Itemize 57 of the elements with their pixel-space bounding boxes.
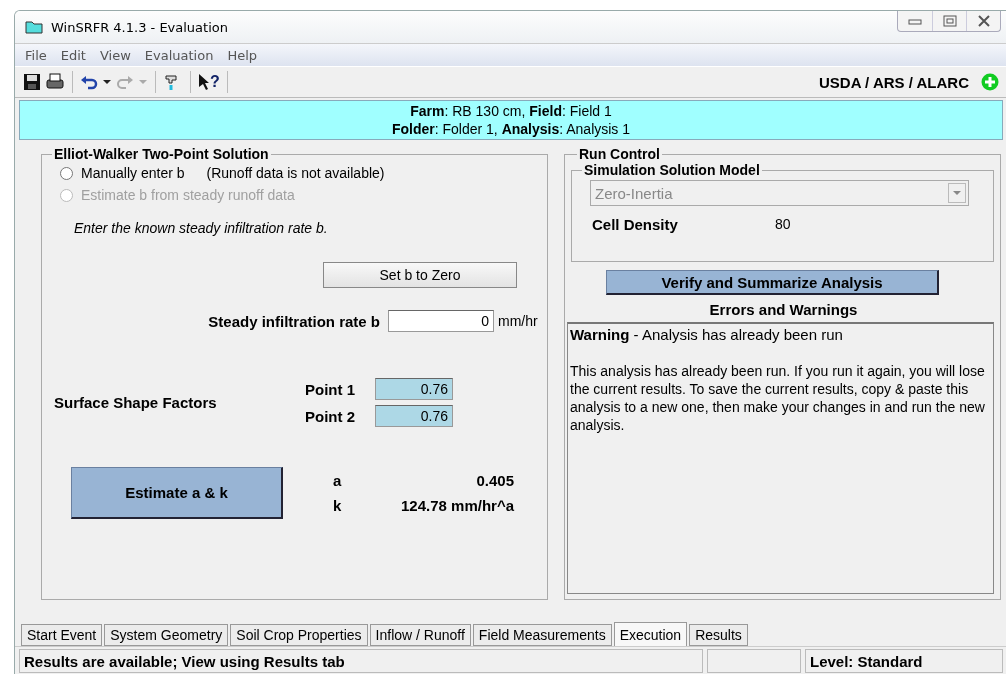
field-label: Point 1 [305, 380, 356, 398]
save-icon[interactable] [23, 73, 41, 91]
tab[interactable]: System Geometry [104, 624, 229, 646]
field-label: Point 2 [305, 407, 356, 425]
menu-item[interactable]: View [99, 47, 131, 63]
menu-item[interactable]: Help [227, 47, 258, 63]
field-value: 80 [775, 216, 791, 233]
input-field[interactable]: 0.76 [375, 378, 453, 400]
close-icon [976, 15, 991, 27]
result-label: a [333, 472, 343, 489]
result-value: 0.405 [475, 472, 514, 489]
print-icon[interactable] [45, 72, 65, 92]
field-label: Steady infiltration rate b [207, 312, 381, 330]
radio-button[interactable] [60, 166, 73, 180]
section-label: Surface Shape Factors [53, 394, 218, 411]
help-pointer-button[interactable]: ? [198, 73, 220, 91]
farm-field-label: Farm: RB 130 cm, Field: Field 1 [410, 102, 612, 120]
minimize-icon [908, 17, 922, 25]
add-icon[interactable] [981, 73, 999, 91]
undo-icon[interactable] [80, 74, 98, 90]
warning-text: This analysis has already been run. If you run it again, you will lose the current results. To save the current results, copy & paste this analysis to a new one, then make your changes in and run the new analysis. [570, 362, 986, 434]
tab[interactable]: Start Event [21, 624, 103, 646]
unit-label: mm/hr [498, 313, 538, 329]
runoff-note: (Runoff data is not available) [206, 165, 385, 181]
menu-item[interactable]: Edit [60, 47, 86, 63]
verify-button[interactable]: Verify and Summarize Analysis [606, 270, 939, 295]
input-field[interactable]: 0 [388, 310, 494, 332]
maximize-icon [942, 15, 957, 27]
section-title: Errors and Warnings [708, 301, 859, 318]
radio-label: Estimate b from steady runoff data [81, 187, 295, 203]
tab[interactable]: Inflow / Runoff [369, 624, 471, 646]
group-title: Elliot-Walker Two-Point Solution [53, 146, 270, 162]
status-message: Results are available; View using Results tab [19, 649, 703, 673]
folder-analysis-label: Folder: Folder 1, Analysis: Analysis 1 [391, 120, 631, 138]
field-label: Cell Density [592, 216, 679, 233]
menu-item[interactable]: File [25, 47, 47, 63]
tab[interactable]: Execution [613, 622, 688, 646]
organization-label: USDA / ARS / ALARC [819, 73, 969, 91]
group-title: Run Control [578, 146, 661, 162]
status-level: Level: Standard [805, 649, 1003, 673]
estimate-button[interactable]: Estimate a & k [71, 467, 283, 519]
instruction-text: Enter the known steady infiltration rate b. [74, 220, 329, 236]
result-value: 124.78 mm/hr^a [400, 497, 514, 514]
caret-icon[interactable] [102, 77, 112, 87]
radio-label: Manually enter b [81, 165, 185, 181]
input-field[interactable]: 0.76 [375, 405, 453, 427]
tab[interactable]: Field Measurements [472, 624, 612, 646]
group-title: Simulation Solution Model [583, 162, 761, 178]
folder-icon [25, 20, 43, 34]
tab[interactable]: Soil Crop Properties [230, 624, 368, 646]
warning-title: Warning - Analysis has already been run [570, 326, 844, 344]
tab[interactable]: Results [689, 624, 748, 646]
menu-item[interactable]: Evaluation [144, 47, 214, 63]
window-title: WinSRFR 4.1.3 - Evaluation [51, 19, 229, 35]
result-label: k [333, 497, 343, 514]
caret-icon [953, 190, 961, 196]
set-zero-button[interactable]: Set b to Zero [323, 262, 517, 288]
